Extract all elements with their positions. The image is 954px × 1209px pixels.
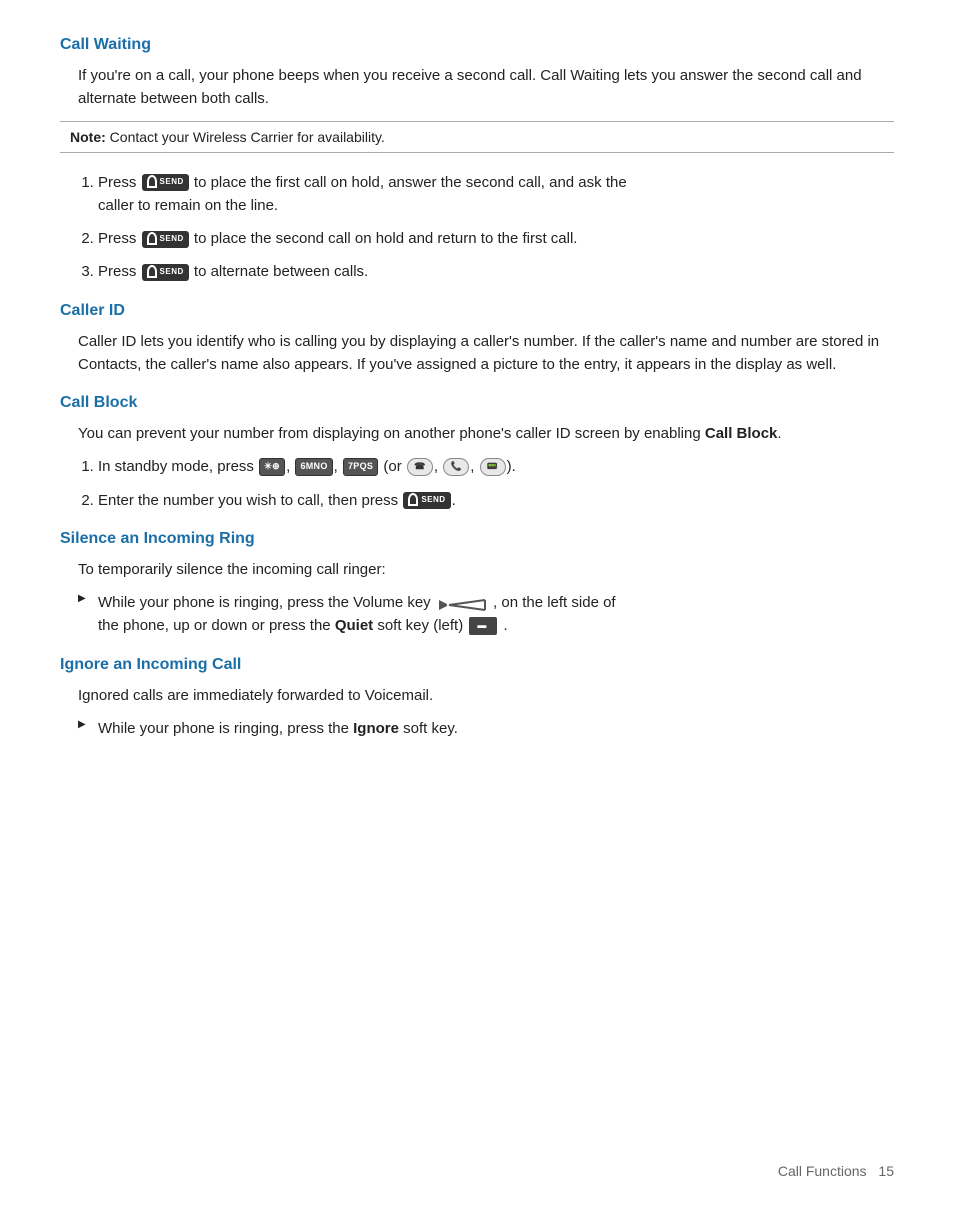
send-icon-2 — [147, 232, 157, 245]
send-key-1: SEND — [142, 174, 189, 191]
body-caller-id: Caller ID lets you identify who is calli… — [78, 330, 894, 377]
alt-key-2-icon: 📞 — [443, 458, 469, 476]
send-icon-4 — [408, 493, 418, 506]
heading-caller-id: Caller ID — [60, 302, 894, 320]
send-icon-1 — [147, 175, 157, 188]
call-block-step-1: In standby mode, press ✳⊕, 6MNO, 7PQS (o… — [98, 455, 894, 478]
body-ignore-call: Ignored calls are immediately forwarded … — [78, 684, 894, 707]
note-text: Contact your Wireless Carrier for availa… — [106, 129, 385, 145]
bullet-silence-1: While your phone is ringing, press the V… — [78, 591, 894, 638]
heading-call-waiting: Call Waiting — [60, 36, 894, 54]
ignore-label: Ignore — [353, 720, 399, 737]
alt-key-3-icon: 📟 — [480, 458, 506, 476]
bullet-ignore-1: While your phone is ringing, press the I… — [78, 717, 894, 740]
body-call-block-bold: Call Block — [705, 425, 778, 442]
footer-title: Call Functions — [778, 1163, 867, 1179]
alt-key-1-icon: ☎ — [407, 458, 433, 476]
bullets-ignore-call: While your phone is ringing, press the I… — [78, 717, 894, 740]
note-label: Note: — [70, 129, 106, 145]
star-key-icon: ✳⊕ — [259, 458, 285, 476]
page-footer: Call Functions 15 — [778, 1163, 894, 1179]
steps-call-waiting: Press SEND to place the first call on ho… — [98, 171, 894, 284]
step-2: Press SEND to place the second call on h… — [98, 227, 894, 250]
section-call-block: Call Block You can prevent your number f… — [60, 394, 894, 512]
volume-key-icon — [437, 596, 487, 610]
section-call-waiting: Call Waiting If you're on a call, your p… — [60, 36, 894, 284]
body-call-block-suffix: . — [777, 425, 781, 442]
step-3: Press SEND to alternate between calls. — [98, 260, 894, 283]
section-silence-ring: Silence an Incoming Ring To temporarily … — [60, 530, 894, 638]
send-label-1: SEND — [160, 176, 184, 188]
quiet-label: Quiet — [335, 617, 373, 634]
step-1: Press SEND to place the first call on ho… — [98, 171, 894, 218]
send-icon-3 — [147, 265, 157, 278]
section-caller-id: Caller ID Caller ID lets you identify wh… — [60, 302, 894, 377]
send-label-3: SEND — [160, 266, 184, 278]
send-label-4: SEND — [421, 494, 445, 506]
body-silence-ring: To temporarily silence the incoming call… — [78, 558, 894, 581]
7pqs-key-icon: 7PQS — [343, 458, 378, 476]
heading-call-block: Call Block — [60, 394, 894, 412]
body-call-block-prefix: You can prevent your number from display… — [78, 425, 705, 442]
body-call-waiting: If you're on a call, your phone beeps wh… — [78, 64, 894, 111]
note-box-call-waiting: Note: Contact your Wireless Carrier for … — [60, 121, 894, 153]
call-block-step-2: Enter the number you wish to call, then … — [98, 489, 894, 512]
send-key-3: SEND — [142, 264, 189, 281]
quiet-key-icon: ▬ — [469, 617, 497, 635]
section-ignore-call: Ignore an Incoming Call Ignored calls ar… — [60, 656, 894, 741]
body-call-block: You can prevent your number from display… — [78, 422, 894, 445]
heading-silence-ring: Silence an Incoming Ring — [60, 530, 894, 548]
send-label-2: SEND — [160, 233, 184, 245]
heading-ignore-call: Ignore an Incoming Call — [60, 656, 894, 674]
bullets-silence-ring: While your phone is ringing, press the V… — [78, 591, 894, 638]
6mno-key-icon: 6MNO — [295, 458, 332, 476]
steps-call-block: In standby mode, press ✳⊕, 6MNO, 7PQS (o… — [98, 455, 894, 512]
send-key-2: SEND — [142, 231, 189, 248]
send-key-4: SEND — [403, 492, 450, 509]
footer-page-number: 15 — [878, 1163, 894, 1179]
